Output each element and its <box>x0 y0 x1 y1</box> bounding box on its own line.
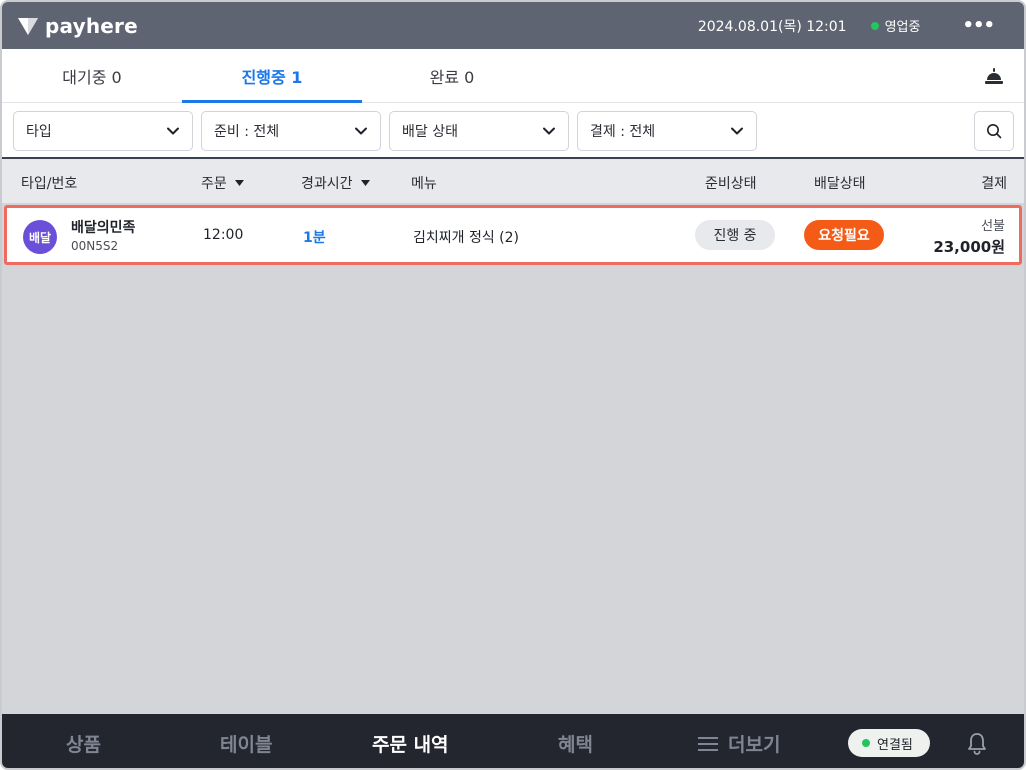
order-code: 00N5S2 <box>71 239 119 253</box>
chevron-down-icon <box>167 127 179 135</box>
tab-in-progress[interactable]: 진행중 1 <box>182 49 362 103</box>
chevron-down-icon <box>355 127 367 135</box>
header-menu: 메뉴 <box>411 173 437 193</box>
more-options-icon[interactable]: ••• <box>962 15 995 36</box>
elapsed-time: 1분 <box>303 230 326 246</box>
payhere-logo-icon <box>18 17 38 35</box>
chevron-down-icon <box>731 127 743 135</box>
type-filter-label: 타입 <box>26 124 52 140</box>
bottom-navigation: 상품 테이블 주문 내역 혜택 더보기 연결됨 <box>2 714 1024 768</box>
chevron-down-icon <box>543 127 555 135</box>
header-type-number: 타입/번호 <box>21 173 77 193</box>
business-status: 영업중 <box>884 20 921 35</box>
logo-text: payhere <box>45 13 138 38</box>
status-dot-icon <box>870 21 879 30</box>
payment-filter-select[interactable]: 결제 : 전체 <box>577 111 757 151</box>
logo: payhere <box>17 14 138 38</box>
sort-caret-icon <box>234 180 244 186</box>
top-bar: payhere 2024.08.01(목) 12:01 영업중 ••• <box>2 2 1024 49</box>
tab-completed[interactable]: 완료 0 <box>362 49 542 102</box>
header-type-number-label: 타입/번호 <box>21 176 78 192</box>
nav-products[interactable]: 상품 <box>66 730 101 757</box>
header-delivery-status: 배달상태 <box>814 173 866 193</box>
nav-more[interactable]: 더보기 <box>698 730 780 757</box>
nav-benefits[interactable]: 혜택 <box>558 730 593 757</box>
type-filter-select[interactable]: 타입 <box>13 111 193 151</box>
nav-more-label: 더보기 <box>728 734 781 756</box>
order-time: 12:00 <box>203 227 244 243</box>
tab-waiting[interactable]: 대기중 0 <box>2 49 182 102</box>
nav-order-history[interactable]: 주문 내역 <box>372 730 449 757</box>
payment-filter-label: 결제 : 전체 <box>590 124 656 140</box>
header-order-sort[interactable]: 주문 <box>201 173 244 193</box>
prep-filter-label: 준비 : 전체 <box>214 124 280 140</box>
sort-caret-icon <box>360 180 370 186</box>
header-payment: 결제 <box>981 173 1007 193</box>
payment-type: 선불 <box>981 219 1005 234</box>
header-delivery-status-label: 배달상태 <box>814 176 866 192</box>
connection-dot-icon <box>862 739 870 747</box>
prep-status-button[interactable]: 진행 중 <box>695 220 775 250</box>
menu-items: 김치찌개 정식 (2) <box>413 230 520 246</box>
order-type-badge: 배달 <box>23 220 57 254</box>
nav-tables[interactable]: 테이블 <box>220 730 272 757</box>
search-button[interactable] <box>974 111 1014 151</box>
search-icon <box>987 124 1002 139</box>
delivery-filter-label: 배달 상태 <box>402 124 458 140</box>
connection-status-label: 연결됨 <box>877 737 913 753</box>
order-status-tabs: 대기중 0 진행중 1 완료 0 <box>2 49 1024 103</box>
delivery-filter-select[interactable]: 배달 상태 <box>389 111 569 151</box>
datetime: 2024.08.01(목) 12:01 <box>697 18 847 35</box>
header-elapsed-label: 경과시간 <box>301 176 353 192</box>
delivery-status-button[interactable]: 요청필요 <box>804 220 884 250</box>
connection-status-badge[interactable]: 연결됨 <box>848 729 930 757</box>
header-elapsed-sort[interactable]: 경과시간 <box>301 173 370 193</box>
store-name: 배달의민족 <box>71 220 136 236</box>
header-order-label: 주문 <box>201 176 227 192</box>
filter-bar: 타입 준비 : 전체 배달 상태 결제 : 전체 <box>2 103 1024 159</box>
header-payment-label: 결제 <box>981 176 1007 192</box>
service-bell-icon[interactable] <box>984 67 1004 85</box>
hamburger-menu-icon <box>698 736 718 751</box>
header-prep-status: 준비상태 <box>705 173 757 193</box>
prep-filter-select[interactable]: 준비 : 전체 <box>201 111 381 151</box>
header-prep-status-label: 준비상태 <box>705 176 757 192</box>
notification-bell-icon[interactable] <box>966 731 988 755</box>
table-header: 타입/번호 주문 경과시간 메뉴 준비상태 배달상태 결제 <box>2 159 1024 203</box>
app-frame: payhere 2024.08.01(목) 12:01 영업중 ••• 대기중 … <box>0 0 1026 770</box>
header-menu-label: 메뉴 <box>411 176 437 192</box>
table-row[interactable]: 배달 배달의민족 00N5S2 12:00 1분 김치찌개 정식 (2) 진행 … <box>4 205 1022 265</box>
payment-amount: 23,000원 <box>933 238 1005 256</box>
